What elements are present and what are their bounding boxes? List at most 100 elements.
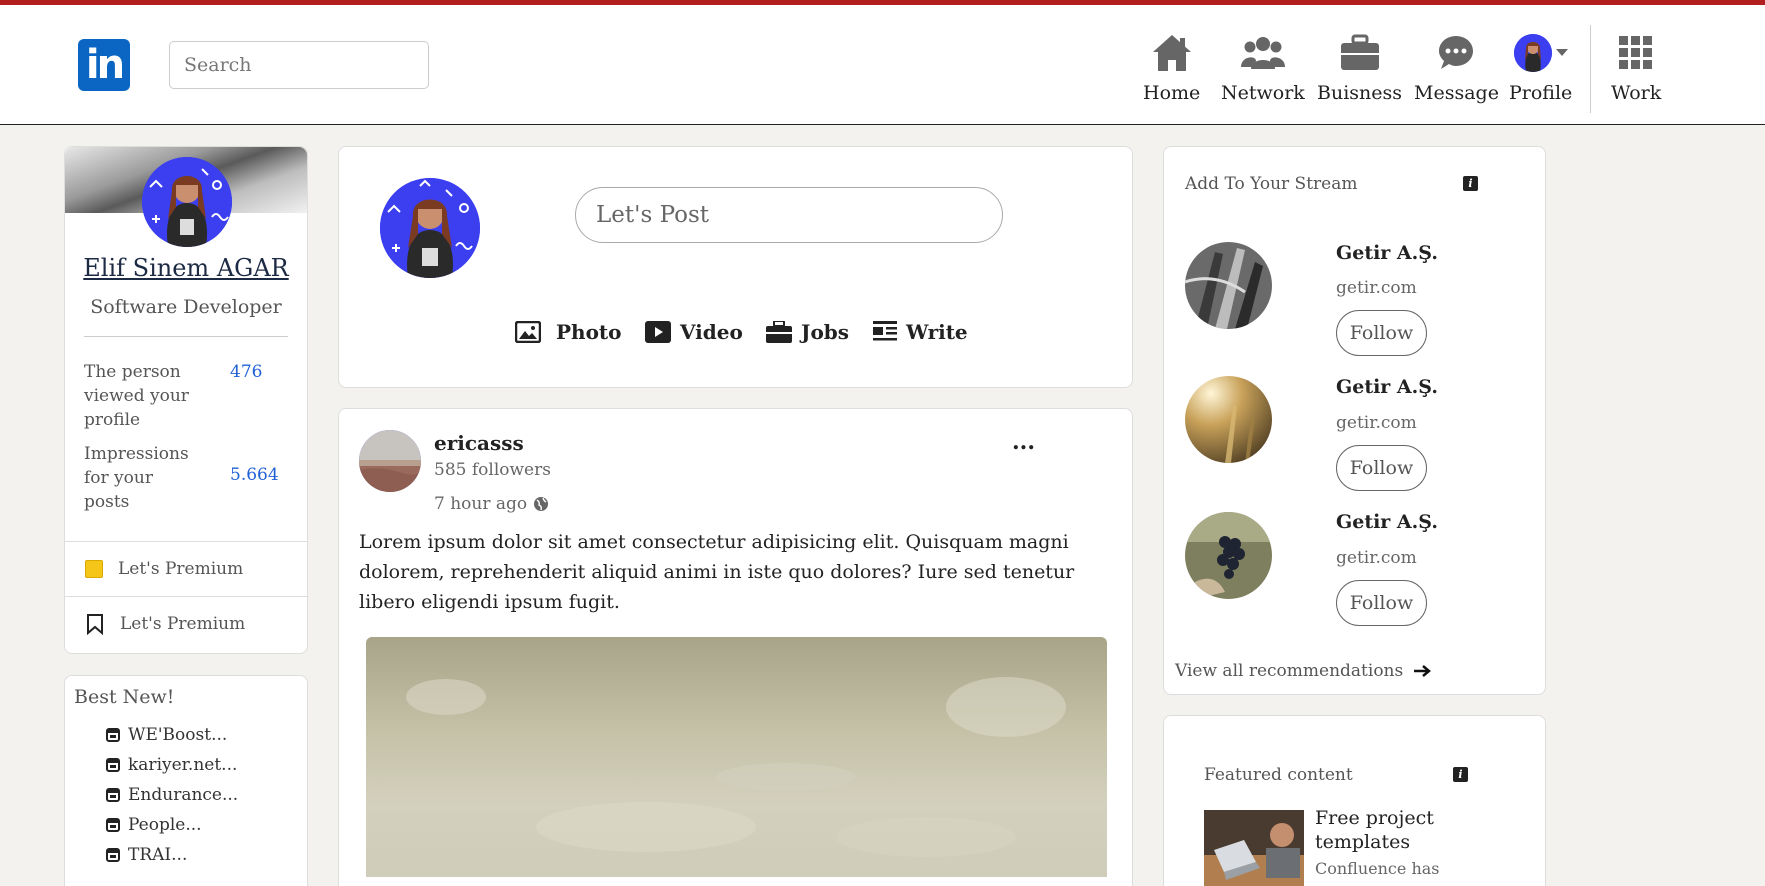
article-icon [873, 321, 897, 341]
nav-business-label: Buisness [1317, 82, 1403, 104]
globe-icon [534, 497, 549, 511]
photo-icon [515, 321, 541, 343]
navbar: in Home Network Buisness Message Prof [0, 5, 1765, 125]
news-item[interactable]: kariyer.net... [106, 755, 237, 775]
nav-work-label: Work [1611, 82, 1662, 104]
best-new-card: Best New! WE'Boost... kariyer.net... End… [64, 675, 308, 886]
briefcase-icon [766, 321, 792, 343]
post-author-avatar[interactable] [359, 430, 421, 492]
stat-profile-views-label: The person viewed your profile [84, 362, 189, 430]
premium-link-label: Let's Premium [118, 558, 244, 579]
post-followers: 585 followers [434, 460, 551, 480]
follow-button[interactable]: Follow [1336, 310, 1427, 356]
search-input[interactable] [169, 41, 429, 89]
follow-button[interactable]: Follow [1336, 445, 1427, 491]
recommendation-image[interactable] [1185, 512, 1272, 599]
featured-subtitle: Confluence has [1315, 859, 1440, 878]
recommendation-image[interactable] [1185, 376, 1272, 463]
news-item-label: WE'Boost... [128, 725, 228, 745]
featured-title: Featured content [1204, 765, 1353, 785]
post-author-name[interactable]: ericasss [434, 431, 524, 455]
news-item-label: People... [128, 815, 202, 835]
news-item-label: kariyer.net... [128, 755, 238, 775]
avatar [1513, 34, 1552, 72]
action-write[interactable]: Write [873, 320, 968, 344]
recommendation-site: getir.com [1336, 278, 1417, 298]
nav-message[interactable]: Message [1414, 30, 1499, 110]
post-image[interactable] [366, 637, 1107, 877]
nav-home[interactable]: Home [1143, 30, 1200, 110]
featured-content-card: Featured content i Free project template… [1163, 715, 1546, 886]
nav-business[interactable]: Buisness [1317, 30, 1402, 110]
stat-impressions-label: Impressions for your posts [84, 444, 189, 512]
premium-link-1[interactable]: Let's Premium [65, 541, 307, 595]
add-to-stream-card: Add To Your Stream i Getir A.Ş. getir.co… [1163, 146, 1546, 695]
action-photo-label: Photo [556, 320, 622, 344]
recommendation-name[interactable]: Getir A.Ş. [1336, 376, 1438, 398]
featured-headline[interactable]: Free project templates [1315, 806, 1455, 854]
recommendation-name[interactable]: Getir A.Ş. [1336, 511, 1438, 533]
news-item-label: TRAI... [128, 845, 188, 865]
info-icon[interactable]: i [1453, 767, 1468, 782]
divider [84, 336, 288, 337]
news-item[interactable]: TRAI... [106, 845, 187, 865]
profile-avatar[interactable] [142, 157, 232, 247]
nav-profile[interactable]: Profile [1509, 30, 1572, 110]
feed-post: ericasss 585 followers 7 hour ago ... Lo… [338, 408, 1133, 886]
action-video[interactable]: Video [645, 320, 743, 344]
stat-impressions-value[interactable]: 5.664 [230, 465, 279, 485]
action-jobs[interactable]: Jobs [766, 320, 849, 344]
stream-title: Add To Your Stream [1185, 174, 1358, 194]
news-item-label: Endurance... [128, 785, 239, 805]
grid-icon [1619, 30, 1653, 76]
recommendation-image[interactable] [1185, 242, 1272, 329]
composer-avatar[interactable] [380, 178, 480, 278]
chevron-down-icon [1555, 49, 1568, 56]
view-all-recommendations-link[interactable]: View all recommendations [1175, 661, 1432, 681]
post-body: Lorem ipsum dolor sit amet consectetur a… [359, 531, 1075, 613]
message-icon [1437, 30, 1475, 76]
view-all-label: View all recommendations [1175, 661, 1404, 681]
post-time: 7 hour ago [434, 494, 549, 514]
video-icon [645, 321, 671, 343]
calendar-icon [106, 758, 120, 772]
featured-image[interactable] [1204, 810, 1304, 886]
nav-network[interactable]: Network [1221, 30, 1305, 110]
nav-work[interactable]: Work [1611, 30, 1661, 110]
recommendation-site: getir.com [1336, 413, 1417, 433]
stat-profile-views-value[interactable]: 476 [230, 362, 262, 382]
action-jobs-label: Jobs [801, 320, 850, 344]
linkedin-logo[interactable]: in [78, 39, 130, 91]
calendar-icon [106, 728, 120, 742]
nav-network-label: Network [1221, 82, 1305, 104]
profile-name-link[interactable]: Elif Sinem AGAR [65, 254, 307, 282]
calendar-icon [106, 788, 120, 802]
post-input[interactable] [575, 187, 1003, 243]
news-item[interactable]: Endurance... [106, 785, 238, 805]
profile-card: Elif Sinem AGAR Software Developer The p… [64, 146, 308, 654]
premium-square-icon [85, 559, 103, 578]
premium-link-2[interactable]: Let's Premium [65, 596, 307, 650]
calendar-icon [106, 848, 120, 862]
action-photo[interactable]: Photo [515, 320, 622, 344]
action-video-label: Video [680, 320, 743, 344]
network-icon [1240, 30, 1285, 76]
best-new-title: Best New! [74, 686, 175, 708]
recommendation-name[interactable]: Getir A.Ş. [1336, 242, 1438, 264]
recommendation-site: getir.com [1336, 548, 1417, 568]
nav-message-label: Message [1414, 82, 1499, 104]
news-item[interactable]: People... [106, 815, 202, 835]
post-composer: Photo Video Jobs Write [338, 146, 1133, 388]
premium-link-label: Let's Premium [120, 613, 246, 634]
info-icon[interactable]: i [1463, 176, 1478, 191]
profile-avatar-row [1513, 30, 1568, 76]
nav-home-label: Home [1143, 82, 1201, 104]
follow-button[interactable]: Follow [1336, 580, 1427, 626]
post-more-button[interactable]: ... [1012, 429, 1035, 455]
home-icon [1151, 30, 1193, 76]
news-item[interactable]: WE'Boost... [106, 725, 227, 745]
action-write-label: Write [906, 320, 968, 344]
post-time-text: 7 hour ago [434, 494, 528, 514]
calendar-icon [106, 818, 120, 832]
briefcase-icon [1340, 30, 1380, 76]
